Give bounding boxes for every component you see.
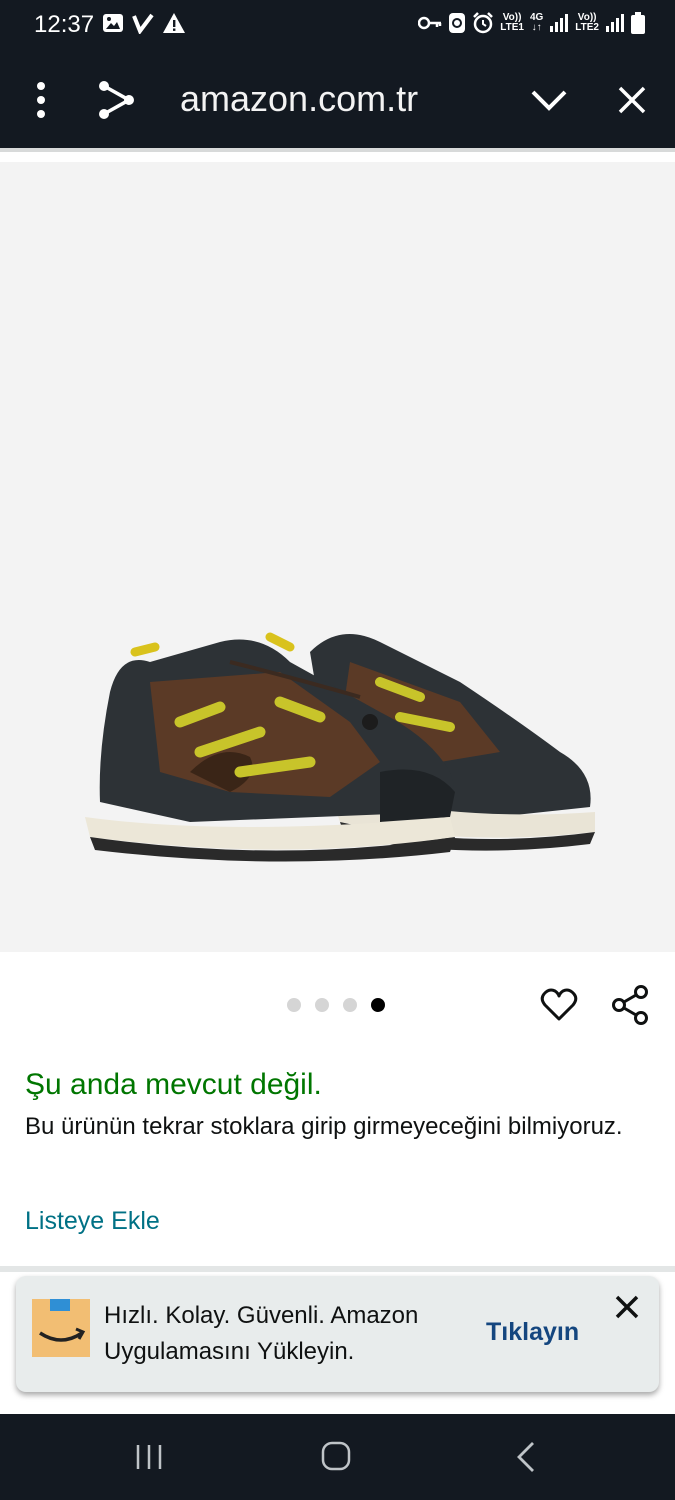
- status-system-icons: Vo)) LTE1 4G ↓↑ Vo)) LTE2: [418, 12, 645, 34]
- home-icon[interactable]: [320, 1440, 352, 1472]
- image-icon: [103, 14, 123, 32]
- shoe-image: [85, 632, 595, 862]
- carousel-dot[interactable]: [343, 998, 357, 1012]
- banner-text: Hızlı. Kolay. Güvenli. Amazon Uygulaması…: [104, 1302, 419, 1365]
- battery-icon: [631, 12, 645, 34]
- 4g-data-indicator: 4G ↓↑: [529, 12, 544, 33]
- status-time: 12:37: [34, 11, 95, 38]
- back-icon[interactable]: [516, 1440, 536, 1474]
- key-icon: [418, 16, 442, 30]
- availability-description: Bu ürünün tekrar stoklara girip girmeyec…: [25, 1113, 623, 1140]
- more-vert-icon[interactable]: [24, 80, 58, 120]
- section-divider: [0, 1266, 675, 1272]
- signal-icon: [550, 14, 569, 32]
- close-icon[interactable]: [612, 80, 652, 120]
- heart-icon[interactable]: [540, 986, 578, 1024]
- carousel-dots: [287, 998, 385, 1012]
- volte-lte2-indicator: Vo)) LTE2: [575, 12, 599, 33]
- signal-icon: [606, 14, 624, 32]
- sync-icon: [449, 13, 466, 33]
- system-nav-bar: [0, 1414, 675, 1500]
- app-install-banner[interactable]: Hızlı. Kolay. Güvenli. Amazon Uygulaması…: [16, 1276, 659, 1392]
- recents-icon[interactable]: [134, 1442, 164, 1472]
- warning-icon: [163, 13, 185, 33]
- product-image-carousel[interactable]: [0, 162, 675, 952]
- url-text[interactable]: amazon.com.tr: [180, 78, 418, 120]
- carousel-dot[interactable]: [315, 998, 329, 1012]
- volte-lte1-indicator: Vo)) LTE1: [500, 12, 524, 33]
- check-v-icon: [132, 13, 154, 34]
- add-to-list-link[interactable]: Listeye Ekle: [25, 1207, 160, 1236]
- status-bar: 12:37 Vo)) LTE1 4G ↓↑ Vo)) LTE2: [0, 0, 675, 52]
- carousel-dot-active[interactable]: [371, 998, 385, 1012]
- availability-status: Şu anda mevcut değil.: [25, 1068, 322, 1101]
- toolbar-divider: [0, 148, 675, 152]
- share-icon[interactable]: [96, 78, 136, 122]
- amazon-app-icon: [32, 1299, 90, 1357]
- banner-cta-button[interactable]: Tıklayın: [486, 1318, 579, 1347]
- custom-tab-toolbar: amazon.com.tr: [0, 52, 675, 148]
- alarm-icon: [473, 12, 494, 34]
- close-icon[interactable]: [614, 1294, 640, 1320]
- carousel-dot[interactable]: [287, 998, 301, 1012]
- status-notification-icons: [102, 12, 186, 34]
- share-icon[interactable]: [610, 984, 650, 1026]
- chevron-down-icon[interactable]: [528, 82, 570, 118]
